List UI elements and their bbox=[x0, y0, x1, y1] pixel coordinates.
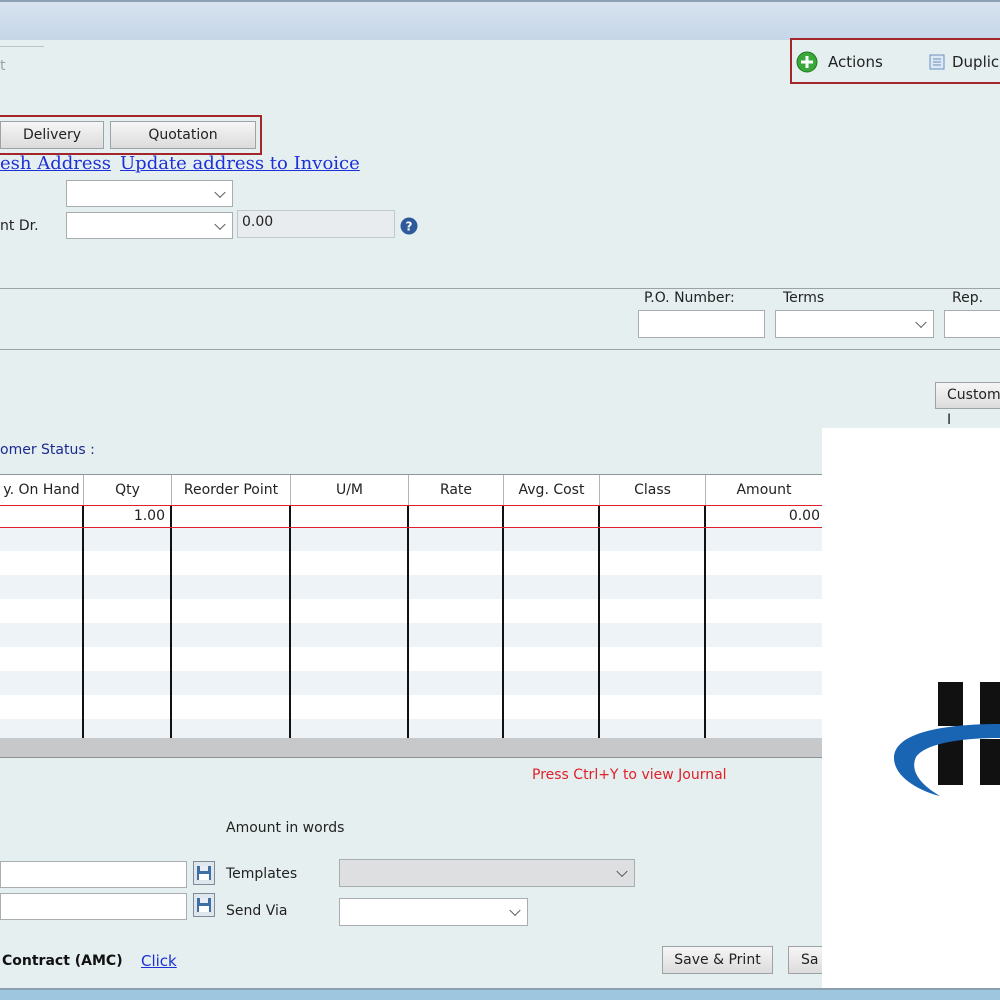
faint-label: t bbox=[0, 58, 6, 74]
grid-stripe bbox=[0, 719, 822, 738]
column-divider bbox=[704, 505, 706, 738]
chevron-down-icon bbox=[915, 316, 927, 329]
templates-select[interactable] bbox=[339, 859, 635, 887]
chevron-down-icon bbox=[214, 186, 226, 198]
save-print-label: Save & Print bbox=[674, 952, 761, 968]
journal-hint: Press Ctrl+Y to view Journal bbox=[532, 767, 727, 783]
grid-stripe bbox=[0, 623, 822, 647]
column-header[interactable]: Avg. Cost bbox=[504, 475, 599, 505]
amc-click-link[interactable]: Click bbox=[141, 952, 177, 970]
column-divider bbox=[289, 505, 291, 738]
customer-status-label: omer Status : bbox=[0, 442, 95, 458]
column-header[interactable]: U/M bbox=[291, 475, 408, 505]
grid-stripe bbox=[0, 575, 822, 599]
header-divider bbox=[83, 475, 84, 505]
column-header[interactable]: Amount bbox=[706, 475, 822, 505]
account-label: nt Dr. bbox=[0, 218, 39, 234]
send-via-select[interactable] bbox=[339, 898, 528, 926]
column-header[interactable]: Reorder Point bbox=[172, 475, 290, 505]
amount-cell[interactable]: 0.00 bbox=[706, 505, 822, 527]
terms-select[interactable] bbox=[775, 310, 934, 338]
custom-button-label: Custom I bbox=[947, 387, 1000, 428]
rep-label: Rep. bbox=[952, 290, 984, 306]
update-address-link[interactable]: Update address to Invoice bbox=[120, 153, 360, 174]
column-divider bbox=[407, 505, 409, 738]
divider bbox=[0, 349, 1000, 350]
header-divider bbox=[599, 475, 600, 505]
logo-panel bbox=[822, 428, 1000, 990]
memo-input-1[interactable] bbox=[0, 861, 187, 888]
tab-quotation-label: Quotation bbox=[148, 127, 218, 143]
divider bbox=[0, 288, 1000, 289]
chevron-down-icon bbox=[616, 865, 628, 878]
save-label: Sa bbox=[801, 952, 819, 968]
help-icon[interactable]: ? bbox=[400, 217, 418, 235]
refresh-address-link[interactable]: esh Address bbox=[0, 153, 111, 174]
save-print-button[interactable]: Save & Print bbox=[662, 946, 773, 974]
tab-delivery-label: Delivery bbox=[22, 127, 82, 143]
column-divider bbox=[170, 505, 172, 738]
column-header[interactable]: Qty bbox=[84, 475, 171, 505]
actions-button[interactable]: Actions bbox=[796, 50, 883, 74]
amc-label: Contract (AMC) bbox=[2, 953, 123, 969]
actions-label: Actions bbox=[828, 53, 883, 71]
duplicate-button[interactable]: Duplica bbox=[928, 50, 1000, 74]
custom-fields-button[interactable]: Custom I bbox=[935, 382, 1000, 428]
header-divider bbox=[408, 475, 409, 505]
floppy-icon[interactable] bbox=[193, 861, 215, 885]
memo-input-2[interactable] bbox=[0, 893, 187, 920]
tab-quotation[interactable]: Quotation bbox=[110, 121, 256, 149]
amount-field: 0.00 bbox=[237, 210, 395, 238]
column-divider bbox=[502, 505, 504, 738]
header-divider bbox=[503, 475, 504, 505]
header-divider bbox=[290, 475, 291, 505]
po-label: P.O. Number: bbox=[644, 290, 735, 306]
column-divider bbox=[82, 505, 84, 738]
svg-text:?: ? bbox=[406, 220, 413, 234]
chevron-down-icon bbox=[509, 904, 521, 917]
header-divider bbox=[171, 475, 172, 505]
items-grid[interactable]: y. On Hand Qty Reorder Point U/M Rate Av… bbox=[0, 474, 822, 738]
duplicate-label: Duplica bbox=[952, 53, 1000, 71]
chevron-down-icon bbox=[214, 218, 226, 230]
top-select[interactable] bbox=[66, 180, 233, 207]
grid-footer bbox=[0, 738, 822, 758]
terms-label: Terms bbox=[783, 290, 825, 306]
amount-value: 0.00 bbox=[242, 214, 274, 230]
status-bar bbox=[0, 988, 1000, 1000]
qty-cell[interactable]: 1.00 bbox=[84, 505, 168, 527]
column-header[interactable]: Class bbox=[600, 475, 705, 505]
templates-label: Templates bbox=[226, 866, 298, 882]
logo bbox=[894, 682, 1000, 796]
tab-delivery[interactable]: Delivery bbox=[0, 121, 104, 149]
amount-in-words-label: Amount in words bbox=[226, 820, 345, 836]
send-via-label: Send Via bbox=[226, 903, 288, 919]
window-titlebar bbox=[0, 0, 1000, 40]
account-select[interactable] bbox=[66, 212, 233, 239]
grid-stripe bbox=[0, 527, 822, 551]
plus-circle-icon bbox=[796, 51, 818, 73]
floppy-icon[interactable] bbox=[193, 893, 215, 917]
column-header[interactable]: y. On Hand bbox=[0, 475, 83, 505]
grid-stripe bbox=[0, 671, 822, 695]
rep-input[interactable] bbox=[944, 310, 1000, 338]
column-header[interactable]: Rate bbox=[409, 475, 503, 505]
tab-underline bbox=[0, 46, 44, 47]
po-number-input[interactable] bbox=[638, 310, 765, 338]
header-divider bbox=[705, 475, 706, 505]
document-icon bbox=[929, 54, 945, 70]
column-divider bbox=[598, 505, 600, 738]
